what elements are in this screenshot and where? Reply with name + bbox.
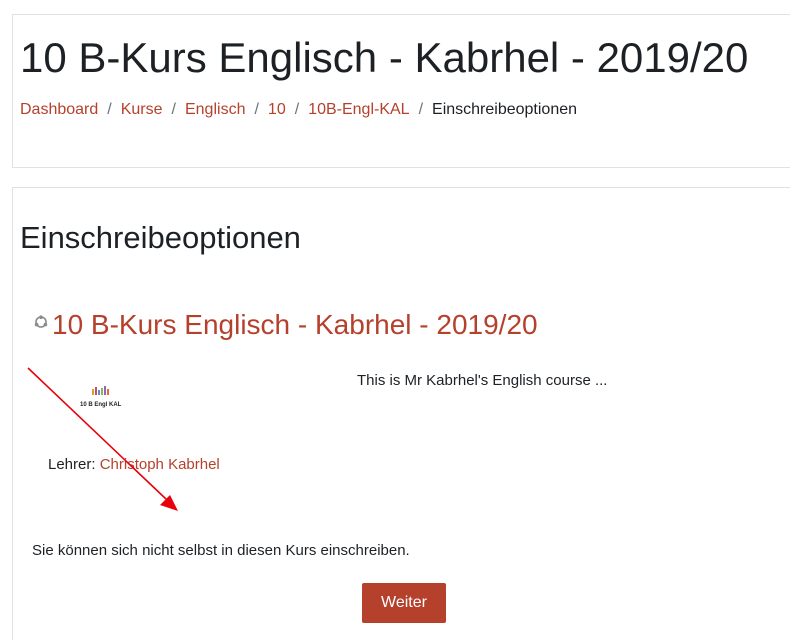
breadcrumb-separator: / (171, 101, 176, 118)
breadcrumb-current: Einschreibeoptionen (432, 101, 578, 118)
course-summary: This is Mr Kabrhel's English course ... (357, 372, 608, 389)
page: 10 B-Kurs Englisch - Kabrhel - 2019/20 D… (0, 0, 790, 640)
course-image (92, 386, 109, 395)
page-title: 10 B-Kurs Englisch - Kabrhel - 2019/20 (20, 34, 749, 81)
section-title: Einschreibeoptionen (20, 220, 301, 255)
teacher-role-label: Lehrer: (48, 456, 100, 473)
course-image-label: 10 B Engl KAL (80, 402, 122, 408)
course-contact: Lehrer: Christoph Kabrhel (48, 455, 220, 475)
breadcrumb-item-dashboard[interactable]: Dashboard (20, 100, 98, 120)
enrolment-notice: Sie können sich nicht selbst in diesen K… (32, 542, 410, 559)
breadcrumb-item-englisch[interactable]: Englisch (185, 100, 245, 120)
breadcrumb-separator: / (294, 101, 300, 118)
breadcrumb: Dashboard / Kurse / Englisch / 10 / 10B-… (20, 100, 577, 120)
breadcrumb-separator: / (418, 101, 424, 118)
teacher-name-link[interactable]: Christoph Kabrhel (100, 456, 220, 473)
breadcrumb-item-kurse[interactable]: Kurse (121, 100, 163, 120)
breadcrumb-separator: / (254, 101, 259, 118)
breadcrumb-separator: / (107, 101, 112, 118)
course-icon (34, 315, 48, 328)
course-title-link[interactable]: 10 B-Kurs Englisch - Kabrhel - 2019/20 (52, 307, 538, 343)
breadcrumb-item-grade[interactable]: 10 (268, 100, 286, 120)
breadcrumb-item-course-shortname[interactable]: 10B-Engl-KAL (308, 100, 409, 120)
course-heading: 10 B-Kurs Englisch - Kabrhel - 2019/20 (34, 307, 538, 343)
continue-button[interactable]: Weiter (362, 583, 446, 623)
